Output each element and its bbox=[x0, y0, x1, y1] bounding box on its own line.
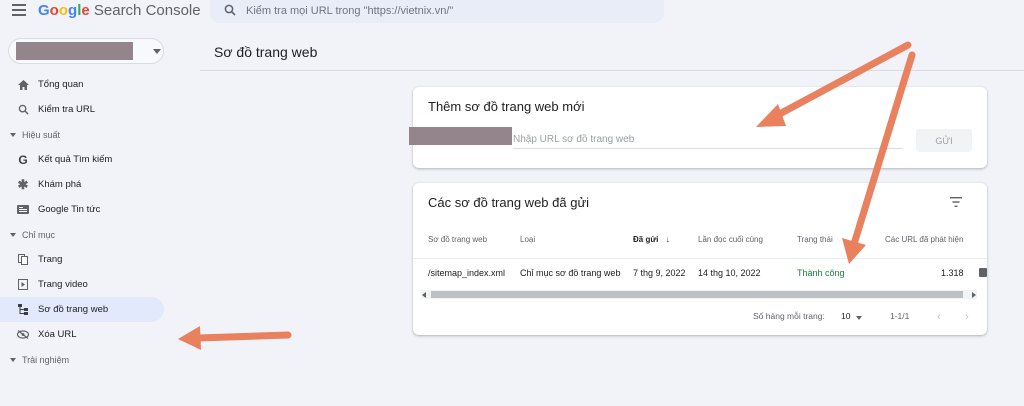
section-label: Hiệu suất bbox=[22, 129, 61, 140]
google-g-icon: G bbox=[18, 152, 28, 167]
card-title: Thêm sơ đồ trang web mới bbox=[428, 99, 585, 114]
scroll-left-icon[interactable] bbox=[422, 292, 426, 298]
pagination: Số hàng mỗi trang: 10 1-1/1 ‹ › bbox=[413, 309, 987, 325]
asterisk-icon: ✱ bbox=[17, 176, 29, 192]
divider bbox=[200, 70, 1024, 71]
annotation-arrowhead bbox=[178, 326, 201, 350]
filter-icon[interactable] bbox=[950, 197, 962, 207]
column-header-status[interactable]: Trạng thái bbox=[797, 235, 833, 244]
sidebar-item-search-results[interactable]: G Kết quả Tìm kiếm bbox=[0, 147, 164, 172]
sidebar-item-sitemaps[interactable]: Sơ đồ trang web bbox=[0, 297, 164, 322]
sidebar-item-label: Khám phá bbox=[38, 179, 82, 190]
search-input[interactable] bbox=[246, 2, 646, 20]
pages-icon bbox=[16, 253, 30, 267]
card-title: Các sơ đồ trang web đã gửi bbox=[428, 195, 590, 210]
scrollbar-thumb[interactable] bbox=[431, 291, 963, 298]
cell-type: Chỉ mục sơ đồ trang web bbox=[520, 268, 621, 278]
top-bar: Google Search Console bbox=[0, 0, 1024, 24]
sidebar-item-discover[interactable]: ✱ Khám phá bbox=[0, 172, 164, 197]
section-performance[interactable]: Hiệu suất bbox=[0, 122, 164, 147]
url-inspection-search[interactable] bbox=[210, 0, 664, 23]
column-header-discovered-urls[interactable]: Các URL đã phát hiện bbox=[885, 235, 963, 244]
cell-sitemap: /sitemap_index.xml bbox=[428, 268, 506, 278]
sort-down-icon: ↓ bbox=[665, 235, 670, 244]
sitemap-url-input[interactable] bbox=[513, 131, 903, 149]
sidebar-item-label: Xóa URL bbox=[38, 329, 77, 340]
sidebar-item-label: Trang video bbox=[38, 279, 88, 290]
chevron-down-icon bbox=[856, 316, 862, 320]
sidebar-item-label: Kết quả Tìm kiếm bbox=[38, 154, 113, 165]
cell-discovered-urls: 1.318 bbox=[941, 268, 964, 278]
sidebar-item-overview[interactable]: Tổng quan bbox=[0, 72, 164, 97]
column-header-submitted[interactable]: Đã gửi ↓ bbox=[633, 235, 670, 244]
add-sitemap-card: Thêm sơ đồ trang web mới GỬI bbox=[409, 87, 987, 168]
column-header-type[interactable]: Loại bbox=[520, 235, 535, 244]
product-logo[interactable]: Google Search Console bbox=[38, 2, 201, 19]
column-header-label: Đã gửi bbox=[633, 235, 659, 244]
chevron-down-icon bbox=[153, 49, 161, 54]
home-icon bbox=[16, 78, 30, 92]
eye-off-icon bbox=[16, 328, 30, 342]
redacted-url-prefix bbox=[409, 127, 512, 145]
table-header: Sơ đồ trang web Loại Đã gửi ↓ Lần đọc cu… bbox=[413, 235, 987, 251]
rows-per-page-label: Số hàng mỗi trang: bbox=[753, 311, 825, 321]
scroll-right-icon[interactable] bbox=[972, 292, 976, 298]
page-title: Sơ đồ trang web bbox=[214, 44, 318, 60]
sidebar-item-label: Google Tin tức bbox=[38, 204, 101, 215]
section-experience[interactable]: Trải nghiệm bbox=[0, 347, 164, 372]
cell-submitted: 7 thg 9, 2022 bbox=[633, 268, 686, 278]
page-range: 1-1/1 bbox=[890, 311, 910, 321]
column-header-last-read[interactable]: Lần đọc cuối cùng bbox=[698, 235, 763, 244]
sidebar-item-label: Sơ đồ trang web bbox=[38, 304, 109, 315]
cell-status: Thành công bbox=[797, 268, 845, 278]
news-icon bbox=[16, 203, 30, 217]
sidebar-item-google-news[interactable]: Google Tin tức bbox=[0, 197, 164, 222]
submit-button[interactable]: GỬI bbox=[916, 129, 972, 152]
section-label: Chỉ mục bbox=[22, 229, 56, 240]
search-icon bbox=[224, 4, 236, 16]
sidebar-item-label: Tổng quan bbox=[38, 79, 84, 90]
section-label: Trải nghiệm bbox=[22, 354, 70, 365]
hamburger-menu-icon[interactable] bbox=[12, 4, 26, 16]
google-wordmark: Google bbox=[38, 2, 94, 19]
horizontal-scrollbar[interactable] bbox=[421, 290, 977, 299]
sidebar: Tổng quan Kiểm tra URL Hiệu suất G Kết q… bbox=[0, 72, 164, 372]
rows-per-page-value: 10 bbox=[841, 311, 851, 321]
collapse-arrow-icon bbox=[10, 132, 16, 137]
collapse-arrow-icon bbox=[10, 357, 16, 362]
sidebar-item-label: Trang bbox=[38, 254, 63, 265]
product-name: Search Console bbox=[93, 2, 201, 19]
redacted-property-name bbox=[16, 42, 133, 60]
sidebar-item-label: Kiểm tra URL bbox=[38, 104, 96, 115]
sidebar-item-url-inspection[interactable]: Kiểm tra URL bbox=[0, 97, 164, 122]
google-wordmark-text: Google bbox=[38, 2, 90, 19]
collapse-arrow-icon bbox=[10, 232, 16, 237]
annotation-arrow-to-sitemaps bbox=[194, 331, 292, 342]
section-index[interactable]: Chỉ mục bbox=[0, 222, 164, 247]
column-header-sitemap[interactable]: Sơ đồ trang web bbox=[428, 235, 487, 244]
sidebar-item-pages[interactable]: Trang bbox=[0, 247, 164, 272]
table-row[interactable]: /sitemap_index.xml Chỉ mục sơ đồ trang w… bbox=[413, 258, 987, 286]
sidebar-item-video-pages[interactable]: Trang video bbox=[0, 272, 164, 297]
sidebar-item-removals[interactable]: Xóa URL bbox=[0, 322, 164, 347]
prev-page-button[interactable]: ‹ bbox=[932, 311, 946, 327]
property-selector[interactable] bbox=[8, 38, 164, 64]
video-page-icon bbox=[16, 278, 30, 292]
search-icon bbox=[16, 103, 30, 117]
sitemap-icon bbox=[16, 303, 30, 317]
row-detail-icon[interactable] bbox=[979, 268, 987, 277]
next-page-button[interactable]: › bbox=[960, 311, 974, 327]
cell-last-read: 14 thg 10, 2022 bbox=[698, 268, 761, 278]
submitted-sitemaps-card: Các sơ đồ trang web đã gửi Sơ đồ trang w… bbox=[413, 183, 987, 335]
rows-per-page-select[interactable]: 10 bbox=[839, 309, 869, 325]
